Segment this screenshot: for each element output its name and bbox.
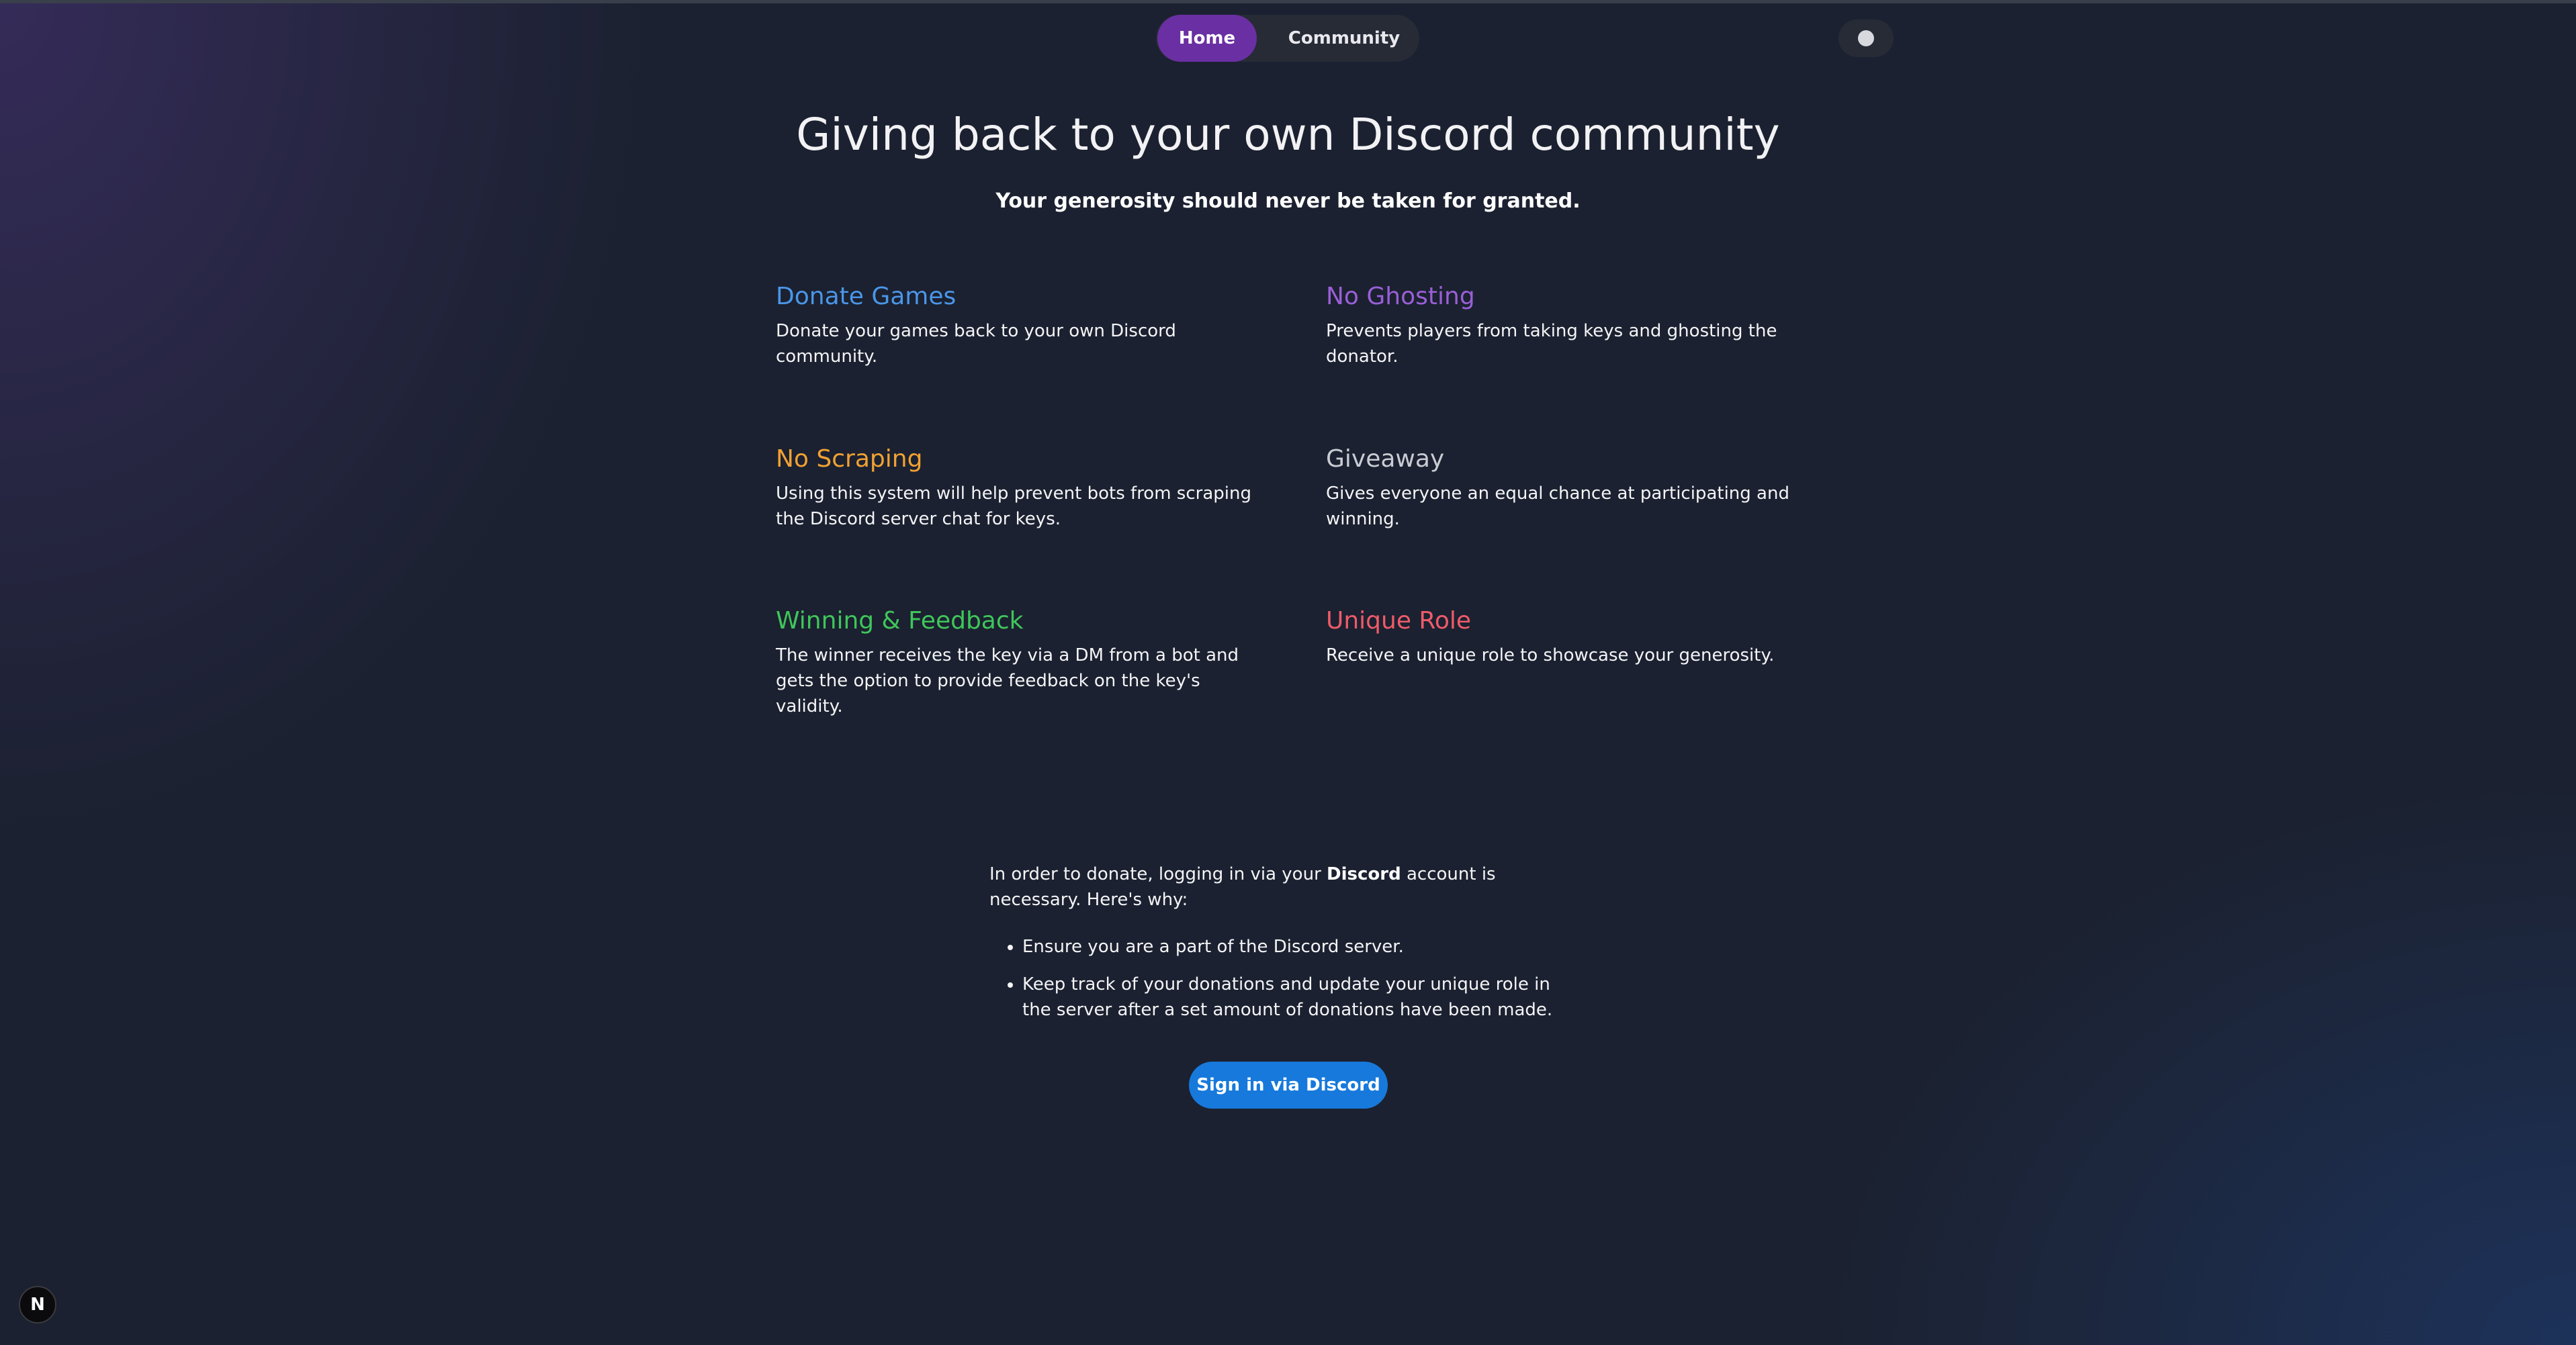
feature-no-scraping: No Scraping Using this system will help … [776, 445, 1259, 532]
main-nav: Home Community [1156, 15, 1419, 62]
toggle-knob-icon [1858, 30, 1874, 46]
feature-winning-feedback: Winning & Feedback The winner receives t… [776, 606, 1259, 719]
feature-description: Donate your games back to your own Disco… [776, 321, 1176, 367]
nextjs-dev-badge-icon[interactable]: N [19, 1286, 56, 1324]
feature-title: Unique Role [1326, 607, 1471, 635]
login-intro-discord: Discord [1327, 864, 1401, 884]
list-item: Keep track of your donations and update … [1022, 972, 1581, 1023]
page-subtitle: Your generosity should never be taken fo… [995, 189, 1581, 213]
feature-title: No Scraping [776, 445, 923, 473]
login-reasons-list: Ensure you are a part of the Discord ser… [989, 934, 1581, 1023]
feature-donate-games: Donate Games Donate your games back to y… [776, 282, 1259, 369]
feature-unique-role: Unique Role Receive a unique role to sho… [1326, 606, 1810, 668]
page-title: Giving back to your own Discord communit… [796, 109, 1780, 160]
feature-no-ghosting: No Ghosting Prevents players from taking… [1326, 282, 1810, 369]
feature-title: No Ghosting [1326, 283, 1475, 310]
nav-home-button[interactable]: Home [1157, 15, 1257, 62]
feature-description: Prevents players from taking keys and gh… [1326, 321, 1777, 367]
login-intro-text: In order to donate, logging in via your [989, 864, 1327, 884]
feature-title: Giveaway [1326, 445, 1445, 473]
list-item: Ensure you are a part of the Discord ser… [1022, 934, 1581, 960]
feature-description: Using this system will help prevent bots… [776, 483, 1251, 529]
window-top-edge [0, 0, 2576, 3]
login-intro: In order to donate, logging in via your … [989, 862, 1581, 913]
theme-toggle-button[interactable] [1838, 19, 1894, 57]
feature-description: The winner receives the key via a DM fro… [776, 645, 1239, 716]
feature-description: Receive a unique role to showcase your g… [1326, 645, 1775, 665]
feature-description: Gives everyone an equal chance at partic… [1326, 483, 1789, 529]
login-explanation: In order to donate, logging in via your … [989, 862, 1581, 1035]
nav-community-button[interactable]: Community [1277, 15, 1411, 62]
feature-giveaway: Giveaway Gives everyone an equal chance … [1326, 445, 1810, 532]
feature-title: Donate Games [776, 283, 957, 310]
sign-in-discord-button[interactable]: Sign in via Discord [1189, 1062, 1388, 1109]
feature-title: Winning & Feedback [776, 607, 1024, 635]
